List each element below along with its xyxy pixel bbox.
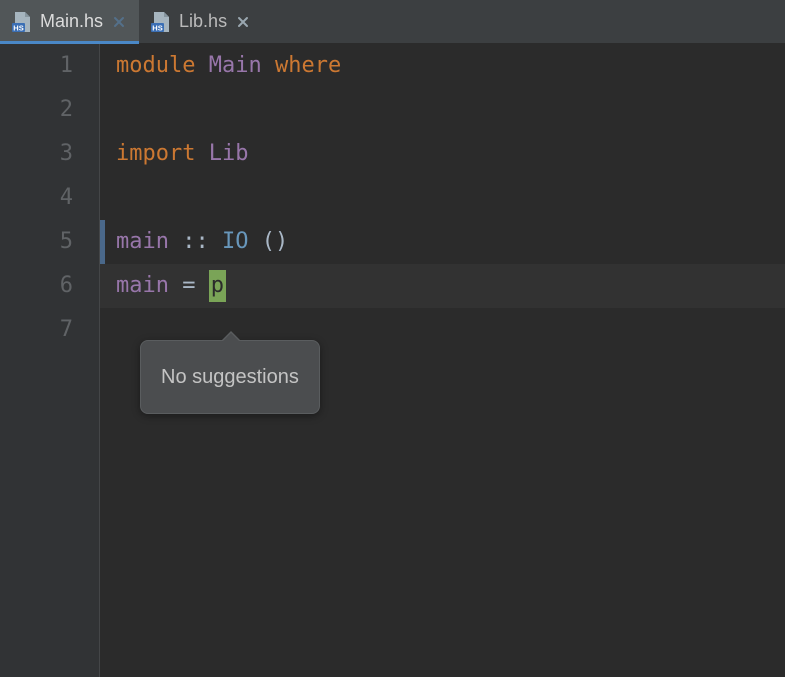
close-icon[interactable] [235,14,251,30]
code-line[interactable] [116,176,785,220]
code-line[interactable]: main = p [116,264,785,308]
tooltip-text: No suggestions [161,366,299,388]
line-number: 4 [0,176,73,220]
line-number: 5 [0,220,73,264]
svg-text:HS: HS [152,23,162,32]
code-line[interactable]: module Main where [116,44,785,88]
close-icon[interactable] [111,14,127,30]
keyword-token: import [116,141,195,166]
operator-token: :: [182,229,209,254]
module-name-token: Main [209,53,262,78]
identifier-token: main [116,229,169,254]
module-name-token: Lib [209,141,249,166]
paren-token: () [262,229,289,254]
line-number: 3 [0,132,73,176]
line-number: 2 [0,88,73,132]
operator-token: = [182,273,195,298]
code-editor[interactable]: 1 2 3 4 5 6 7 module Main where import L… [0,44,785,677]
svg-text:HS: HS [13,23,23,32]
tab-label: Main.hs [40,11,103,32]
gutter-caret-mark [100,220,105,264]
haskell-file-icon: HS [10,11,32,33]
tab-lib-hs[interactable]: HS Lib.hs [139,0,263,43]
haskell-file-icon: HS [149,11,171,33]
keyword-token: where [275,53,341,78]
text-cursor: p [209,264,226,308]
line-number: 6 [0,264,73,308]
tab-label: Lib.hs [179,11,227,32]
line-number-gutter: 1 2 3 4 5 6 7 [0,44,100,677]
code-area[interactable]: module Main where import Lib main :: IO … [100,44,785,677]
completion-tooltip: No suggestions [140,340,320,414]
code-line[interactable]: import Lib [116,132,785,176]
type-token: IO [222,229,249,254]
tab-bar: HS Main.hs HS Lib.hs [0,0,785,44]
identifier-token: main [116,273,169,298]
keyword-token: module [116,53,195,78]
code-line[interactable]: main :: IO () [116,220,785,264]
line-number: 7 [0,308,73,352]
tab-main-hs[interactable]: HS Main.hs [0,0,139,43]
line-number: 1 [0,44,73,88]
code-line[interactable] [116,88,785,132]
